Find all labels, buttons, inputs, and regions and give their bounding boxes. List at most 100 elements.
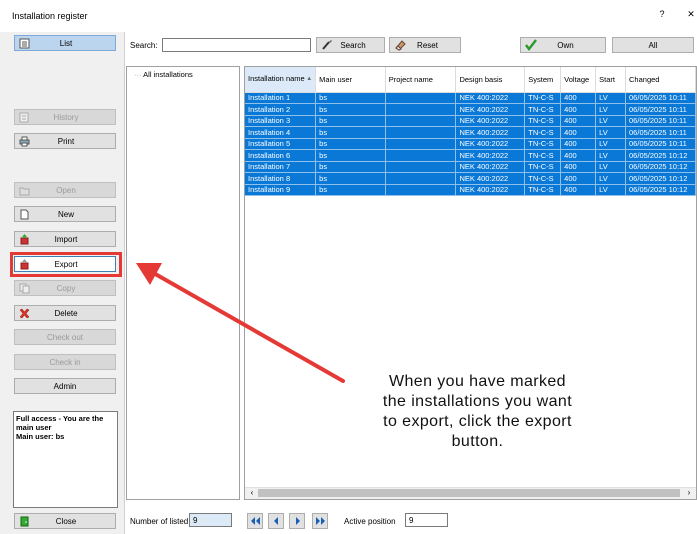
table-row[interactable]: Installation 4 bs NEK 400:2022 TN-C-S 400 LV 0… — [245, 126, 696, 139]
tree-item-all-installations[interactable]: ··· All installations — [134, 70, 193, 79]
installation-table: Installation name ▲ Main user Project na… — [245, 67, 696, 196]
table-row[interactable]: Installation 8 bs NEK 400:2022 TN-C-S 400 LV 0… — [245, 172, 696, 185]
print-button[interactable]: Print — [14, 133, 116, 149]
cell-voltage: 400 — [560, 103, 597, 116]
search-button[interactable]: Search — [316, 37, 385, 53]
checkout-button[interactable]: Check out — [14, 329, 116, 345]
callout-line-1: When you have marked — [389, 373, 566, 390]
history-button[interactable]: History — [14, 109, 116, 125]
table-row[interactable]: Installation 3 bs NEK 400:2022 TN-C-S 400 LV 0… — [245, 115, 696, 127]
column-header-start[interactable]: Start — [595, 67, 627, 93]
cell-installation-name: Installation 3 — [245, 115, 317, 127]
cell-main-user: bs — [315, 161, 386, 173]
cell-start: LV — [595, 172, 627, 185]
history-button-label: History — [53, 112, 79, 122]
cell-main-user: bs — [315, 126, 386, 139]
reset-button[interactable]: Reset — [389, 37, 461, 53]
last-icon — [315, 517, 325, 525]
cell-main-user: bs — [315, 92, 386, 104]
delete-button-label: Delete — [54, 308, 78, 318]
search-brush-icon — [320, 38, 334, 52]
import-button-label: Import — [54, 234, 78, 244]
scroll-right-icon[interactable]: › — [684, 488, 694, 498]
number-listed-label: Number of listed — [130, 517, 189, 526]
column-header-voltage[interactable]: Voltage — [560, 67, 597, 93]
import-icon — [17, 232, 31, 246]
window-title: Installation register — [12, 11, 88, 21]
next-icon — [295, 517, 300, 525]
own-button[interactable]: Own — [520, 37, 606, 53]
main-user-text: Main user: bs — [16, 432, 65, 441]
scrollbar-thumb[interactable] — [258, 489, 680, 497]
all-button-label: All — [648, 40, 658, 50]
column-header-changed[interactable]: Changed — [625, 67, 696, 93]
search-input[interactable] — [162, 38, 311, 52]
first-record-button[interactable] — [247, 513, 263, 529]
import-button[interactable]: Import — [14, 231, 116, 247]
help-button[interactable]: ? — [655, 9, 669, 19]
open-button[interactable]: Open — [14, 182, 116, 198]
cell-changed: 06/05/2025 10:11 — [625, 115, 696, 127]
active-position-field[interactable] — [405, 513, 448, 527]
cell-design-basis: NEK 400:2022 — [455, 149, 526, 162]
column-header-main-user[interactable]: Main user — [315, 67, 386, 93]
column-header-design-basis[interactable]: Design basis — [455, 67, 526, 93]
column-header-system[interactable]: System — [524, 67, 562, 93]
next-record-button[interactable] — [289, 513, 305, 529]
export-icon — [17, 257, 31, 271]
scroll-left-icon[interactable]: ‹ — [247, 488, 257, 498]
previous-record-button[interactable] — [268, 513, 284, 529]
export-button-label: Export — [54, 259, 78, 269]
list-button[interactable]: List — [14, 35, 116, 51]
cell-project-name — [385, 115, 457, 127]
table-header-row: Installation name ▲ Main user Project na… — [245, 67, 696, 93]
admin-button-label: Admin — [53, 381, 77, 391]
list-icon — [17, 36, 31, 50]
column-header-installation-name[interactable]: Installation name ▲ — [245, 67, 317, 93]
cell-project-name — [385, 103, 457, 116]
checkin-button[interactable]: Check in — [14, 354, 116, 370]
reset-button-label: Reset — [417, 40, 438, 50]
cell-voltage: 400 — [560, 161, 597, 173]
cell-main-user: bs — [315, 172, 386, 185]
open-button-label: Open — [56, 185, 76, 195]
cell-system: TN-C-S — [524, 149, 562, 162]
cell-project-name — [385, 126, 457, 139]
table-row[interactable]: Installation 6 bs NEK 400:2022 TN-C-S 400 LV 0… — [245, 149, 696, 162]
copy-button-label: Copy — [56, 283, 76, 293]
checkmark-icon — [524, 38, 538, 52]
cell-main-user: bs — [315, 149, 386, 162]
table-row[interactable]: Installation 5 bs NEK 400:2022 TN-C-S 400 LV 0… — [245, 138, 696, 150]
cell-main-user: bs — [315, 115, 386, 127]
access-status-text: Full access - You are the main user — [16, 414, 104, 432]
access-status-box: Full access - You are the main user Main… — [13, 411, 118, 508]
cell-changed: 06/05/2025 10:12 — [625, 172, 696, 185]
cell-start: LV — [595, 126, 627, 139]
cell-project-name — [385, 172, 457, 185]
tree-item-label: All installations — [143, 70, 193, 79]
table-row[interactable]: Installation 7 bs NEK 400:2022 TN-C-S 400 LV 0… — [245, 161, 696, 173]
new-button[interactable]: New — [14, 206, 116, 222]
cell-design-basis: NEK 400:2022 — [455, 126, 526, 139]
last-record-button[interactable] — [312, 513, 328, 529]
cell-installation-name: Installation 1 — [245, 92, 317, 104]
export-button[interactable]: Export — [14, 256, 116, 272]
printer-icon — [17, 134, 31, 148]
new-document-icon — [17, 207, 31, 221]
admin-button[interactable]: Admin — [14, 378, 116, 394]
table-row[interactable]: Installation 9 bs NEK 400:2022 TN-C-S 400 LV 0… — [245, 184, 696, 196]
cell-voltage: 400 — [560, 92, 597, 104]
copy-button[interactable]: Copy — [14, 280, 116, 296]
table-row[interactable]: Installation 2 bs NEK 400:2022 TN-C-S 400 LV 0… — [245, 103, 696, 116]
table-row[interactable]: Installation 1 bs NEK 400:2022 TN-C-S 400 LV 0… — [245, 92, 696, 104]
cell-system: TN-C-S — [524, 172, 562, 185]
cell-voltage: 400 — [560, 172, 597, 185]
column-header-project-name[interactable]: Project name — [385, 67, 457, 93]
search-label: Search: — [130, 41, 158, 50]
all-button[interactable]: All — [612, 37, 694, 53]
cell-changed: 06/05/2025 10:11 — [625, 103, 696, 116]
checkin-button-label: Check in — [49, 357, 81, 367]
delete-button[interactable]: Delete — [14, 305, 116, 321]
close-button[interactable]: Close — [14, 513, 116, 529]
window-close-button[interactable]: ✕ — [685, 9, 697, 20]
